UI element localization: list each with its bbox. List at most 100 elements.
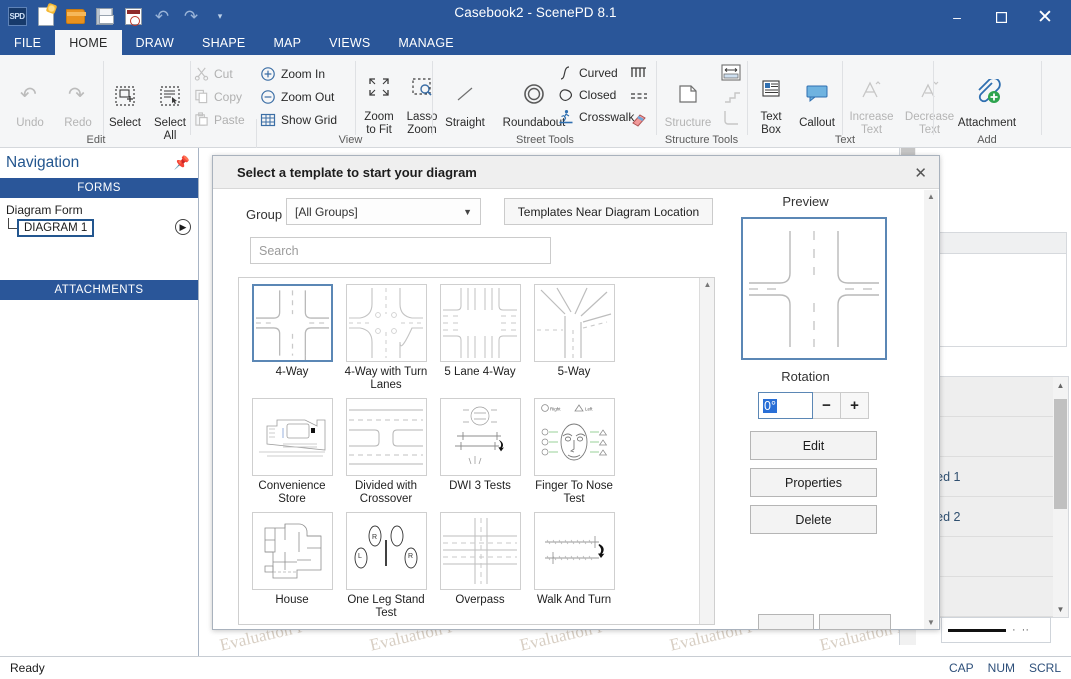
rotation-decrease-button[interactable]: −: [813, 392, 841, 419]
status-cap: CAP: [948, 661, 974, 675]
minimize-button[interactable]: –: [935, 2, 979, 32]
ribbon-group-street: Straight Roundabout Curved Closed Crossw…: [434, 55, 656, 148]
dialog-scrollbar[interactable]: ▲ ▼: [924, 190, 938, 629]
line-style-preview[interactable]: · ··: [941, 617, 1051, 643]
intersection-4way-turn-lanes-icon: [345, 284, 427, 362]
template-tile-convenience-store[interactable]: Convenience Store: [248, 398, 336, 506]
properties-button[interactable]: Properties: [750, 468, 877, 497]
rotation-stepper[interactable]: 0° − +: [758, 392, 869, 419]
tab-views[interactable]: VIEWS: [315, 30, 384, 55]
show-grid-label: Show Grid: [281, 113, 338, 127]
edit-button[interactable]: Edit: [750, 431, 877, 460]
straight-line-icon: [457, 87, 473, 101]
curved-button[interactable]: Curved: [558, 65, 618, 81]
pin-icon[interactable]: 📌: [174, 155, 190, 171]
maximize-icon: [995, 11, 1007, 23]
structure-label: Structure: [664, 117, 712, 129]
show-grid-button[interactable]: Show Grid: [260, 112, 337, 128]
template-tile-walk-and-turn[interactable]: Walk And Turn: [530, 512, 618, 620]
callout-button[interactable]: Callout: [793, 85, 841, 130]
template-grid[interactable]: 4-Way 4-Way with Turn Lanes 5 Lane 4-Way…: [239, 278, 700, 624]
expand-arrow-icon[interactable]: ▶: [175, 219, 191, 235]
delete-button[interactable]: Delete: [750, 505, 877, 534]
curved-line-icon: [560, 66, 570, 80]
svg-text:Left: Left: [585, 407, 593, 412]
ribbon-tabstrip[interactable]: FILE HOME DRAW SHAPE MAP VIEWS MANAGE: [0, 30, 468, 55]
crosswalk-pedestrian-icon: [559, 110, 573, 124]
template-list-container: 4-Way 4-Way with Turn Lanes 5 Lane 4-Way…: [238, 277, 715, 625]
group-label-edit: Edit: [86, 134, 106, 146]
ribbon-group-add: Attachment Add: [935, 55, 1041, 148]
dialog-bottom-button-1[interactable]: [758, 614, 814, 630]
template-tile-4-way-turn-lanes[interactable]: 4-Way with Turn Lanes: [342, 284, 430, 392]
tab-home[interactable]: HOME: [55, 30, 122, 55]
select-button[interactable]: Select: [104, 86, 146, 130]
template-name: Walk And Turn: [536, 594, 612, 606]
template-tile-5-lane-4-way[interactable]: 5 Lane 4-Way: [436, 284, 524, 392]
scroll-up-icon[interactable]: ▲: [700, 280, 715, 294]
barrier-tool[interactable]: [630, 65, 648, 81]
zoom-out-button[interactable]: Zoom Out: [260, 89, 334, 105]
nav-section-attachments[interactable]: ATTACHMENTS: [0, 280, 198, 300]
template-tile-4-way[interactable]: 4-Way: [248, 284, 336, 392]
group-dropdown-value: [All Groups]: [295, 204, 358, 219]
attachment-button[interactable]: Attachment: [935, 79, 1039, 130]
nav-item-diagram-1[interactable]: DIAGRAM 1: [17, 219, 95, 237]
rotation-increase-button[interactable]: +: [841, 392, 869, 419]
nav-form-label[interactable]: Diagram Form: [6, 203, 83, 217]
undo-button: ↶ Undo: [8, 85, 52, 130]
tab-manage[interactable]: MANAGE: [384, 30, 467, 55]
tab-draw[interactable]: DRAW: [122, 30, 189, 55]
templates-near-location-button[interactable]: Templates Near Diagram Location: [504, 198, 713, 225]
scroll-down-icon[interactable]: ▼: [1053, 601, 1068, 617]
maximize-button[interactable]: [979, 2, 1023, 32]
group-label-text: Text: [834, 134, 856, 146]
dwi-3-tests-icon: [439, 398, 521, 476]
tab-shape[interactable]: SHAPE: [188, 30, 259, 55]
intersection-5lane-4way-icon: [439, 284, 521, 362]
template-tile-finger-to-nose[interactable]: Right Left Finger To Nose Test: [530, 398, 618, 506]
zoom-out-icon: [261, 90, 275, 104]
template-tile-divided-crossover[interactable]: Divided with Crossover: [342, 398, 430, 506]
scroll-up-icon[interactable]: ▲: [1053, 377, 1068, 393]
template-tile-one-leg-stand[interactable]: R L R One Leg Stand Test: [342, 512, 430, 620]
crosswalk-button[interactable]: Crosswalk: [558, 109, 634, 125]
zoom-in-button[interactable]: Zoom In: [260, 66, 325, 82]
eraser-tool[interactable]: [630, 111, 648, 127]
text-box-label: Text: [760, 111, 782, 123]
structure-page-icon: [679, 85, 697, 103]
template-tile-dwi-3-tests[interactable]: DWI 3 Tests: [436, 398, 524, 506]
dialog-scroll-up-icon[interactable]: ▲: [924, 192, 938, 201]
chevron-down-icon[interactable]: ▼: [463, 207, 472, 217]
close-button[interactable]: ✕: [1023, 2, 1067, 32]
navigation-header: Navigation 📌: [0, 148, 198, 178]
grid-icon: [260, 113, 276, 127]
eraser-icon: [632, 114, 646, 127]
one-leg-stand-icon: R L R: [345, 512, 427, 590]
tab-file[interactable]: FILE: [0, 30, 55, 55]
structure-measure-tool[interactable]: [720, 63, 742, 86]
dialog-scroll-down-icon[interactable]: ▼: [924, 618, 938, 627]
template-tile-5-way[interactable]: 5-Way: [530, 284, 618, 392]
ribbon-group-edit: ↶ Undo ↷ Redo Select Select All Edit: [0, 55, 191, 148]
structure-stairs-tool: [722, 87, 742, 108]
dialog-close-icon[interactable]: ✕: [914, 164, 927, 182]
rotation-input[interactable]: 0°: [758, 392, 813, 419]
dialog-bottom-button-2[interactable]: [819, 614, 891, 630]
straight-button[interactable]: Straight: [436, 87, 494, 130]
dashed-line-tool[interactable]: [630, 89, 648, 105]
template-name: One Leg Stand Test: [347, 594, 425, 619]
nav-section-forms[interactable]: FORMS: [0, 178, 198, 198]
template-tile-overpass[interactable]: Overpass: [436, 512, 524, 620]
tab-map[interactable]: MAP: [259, 30, 315, 55]
group-dropdown[interactable]: [All Groups] ▼: [286, 198, 481, 225]
nav-forms-body: Diagram Form DIAGRAM 1 ▶: [0, 198, 198, 280]
template-tile-house[interactable]: House: [248, 512, 336, 620]
template-list-scrollbar[interactable]: ▲: [699, 278, 714, 624]
search-input[interactable]: Search: [250, 237, 551, 264]
convenience-store-icon: [251, 398, 333, 476]
list-scrollbar[interactable]: ▲ ▼: [1053, 377, 1068, 617]
list-scrollbar-thumb[interactable]: [1054, 399, 1067, 509]
closed-button[interactable]: Closed: [558, 87, 616, 103]
group-label-structure: Structure Tools: [664, 134, 739, 146]
